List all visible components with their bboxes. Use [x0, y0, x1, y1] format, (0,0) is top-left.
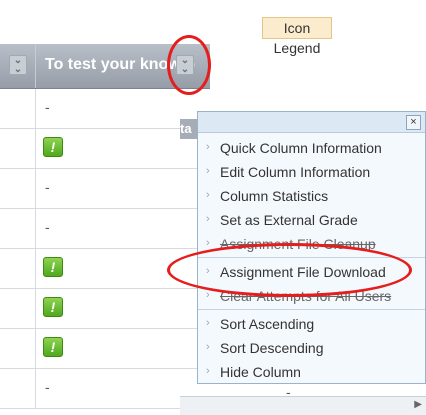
cell-value: - [45, 379, 50, 395]
cell-value: - [45, 179, 50, 195]
cell-value: - [45, 99, 50, 115]
needs-grading-icon: ! [43, 297, 63, 317]
menu-item-sort-descending[interactable]: › Sort Descending [198, 336, 425, 360]
chevron-right-icon: › [206, 341, 210, 353]
row-cell-left[interactable] [0, 369, 36, 409]
menu-item-edit-column-information[interactable]: › Edit Column Information [198, 160, 425, 184]
row-cell-left[interactable] [0, 249, 36, 289]
highlight-circle-download [167, 243, 412, 297]
row-cell-left[interactable] [0, 129, 36, 169]
menu-separator [198, 309, 425, 310]
chevron-down-icon: ⌄ ⌄ [13, 55, 23, 75]
row-cell-left[interactable] [0, 209, 36, 249]
row-cell-left[interactable] [0, 89, 36, 129]
menu-item-label: Hide Column [220, 364, 301, 380]
row-cell-left[interactable] [0, 289, 36, 329]
needs-grading-icon: ! [43, 337, 63, 357]
menu-item-label: Set as External Grade [220, 212, 358, 228]
menu-item-sort-ascending[interactable]: › Sort Ascending [198, 312, 425, 336]
menu-item-label: Quick Column Information [220, 140, 382, 156]
highlight-circle [167, 35, 211, 95]
menu-item-set-as-external-grade[interactable]: › Set as External Grade [198, 208, 425, 232]
menu-item-quick-column-information[interactable]: › Quick Column Information [198, 136, 425, 160]
toolbar-strip: Icon Legend [0, 0, 426, 56]
column-menu-button-left[interactable]: ⌄ ⌄ [9, 55, 27, 75]
row-cell-left[interactable] [0, 329, 36, 369]
icon-legend-button[interactable]: Icon Legend [262, 17, 332, 56]
chevron-right-icon: › [206, 141, 210, 153]
chevron-right-icon: › [206, 189, 210, 201]
close-icon[interactable]: × [406, 115, 421, 130]
menu-item-label: Edit Column Information [220, 164, 371, 180]
chevron-right-icon: › [206, 165, 210, 177]
menu-item-label: Sort Ascending [220, 316, 315, 332]
menu-item-label: Column Statistics [220, 188, 329, 204]
header-cell-left: ⌄ ⌄ [0, 44, 36, 88]
menu-item-hide-column[interactable]: › Hide Column [198, 360, 425, 384]
needs-grading-icon: ! [43, 257, 63, 277]
chevron-right-icon: › [206, 289, 210, 301]
chevron-right-icon: › [206, 237, 210, 249]
scroll-right-icon[interactable]: ▶ [414, 399, 422, 410]
menu-item-column-statistics[interactable]: › Column Statistics [198, 184, 425, 208]
menu-titlebar: × [198, 112, 425, 133]
row-cell-left[interactable] [0, 169, 36, 209]
chevron-right-icon: › [206, 213, 210, 225]
horizontal-scrollbar[interactable]: ▶ [180, 396, 426, 415]
chevron-right-icon: › [206, 365, 210, 377]
chevron-right-icon: › [206, 317, 210, 329]
needs-grading-icon: ! [43, 137, 63, 157]
cell-value: - [45, 219, 50, 235]
menu-item-label: Sort Descending [220, 340, 324, 356]
